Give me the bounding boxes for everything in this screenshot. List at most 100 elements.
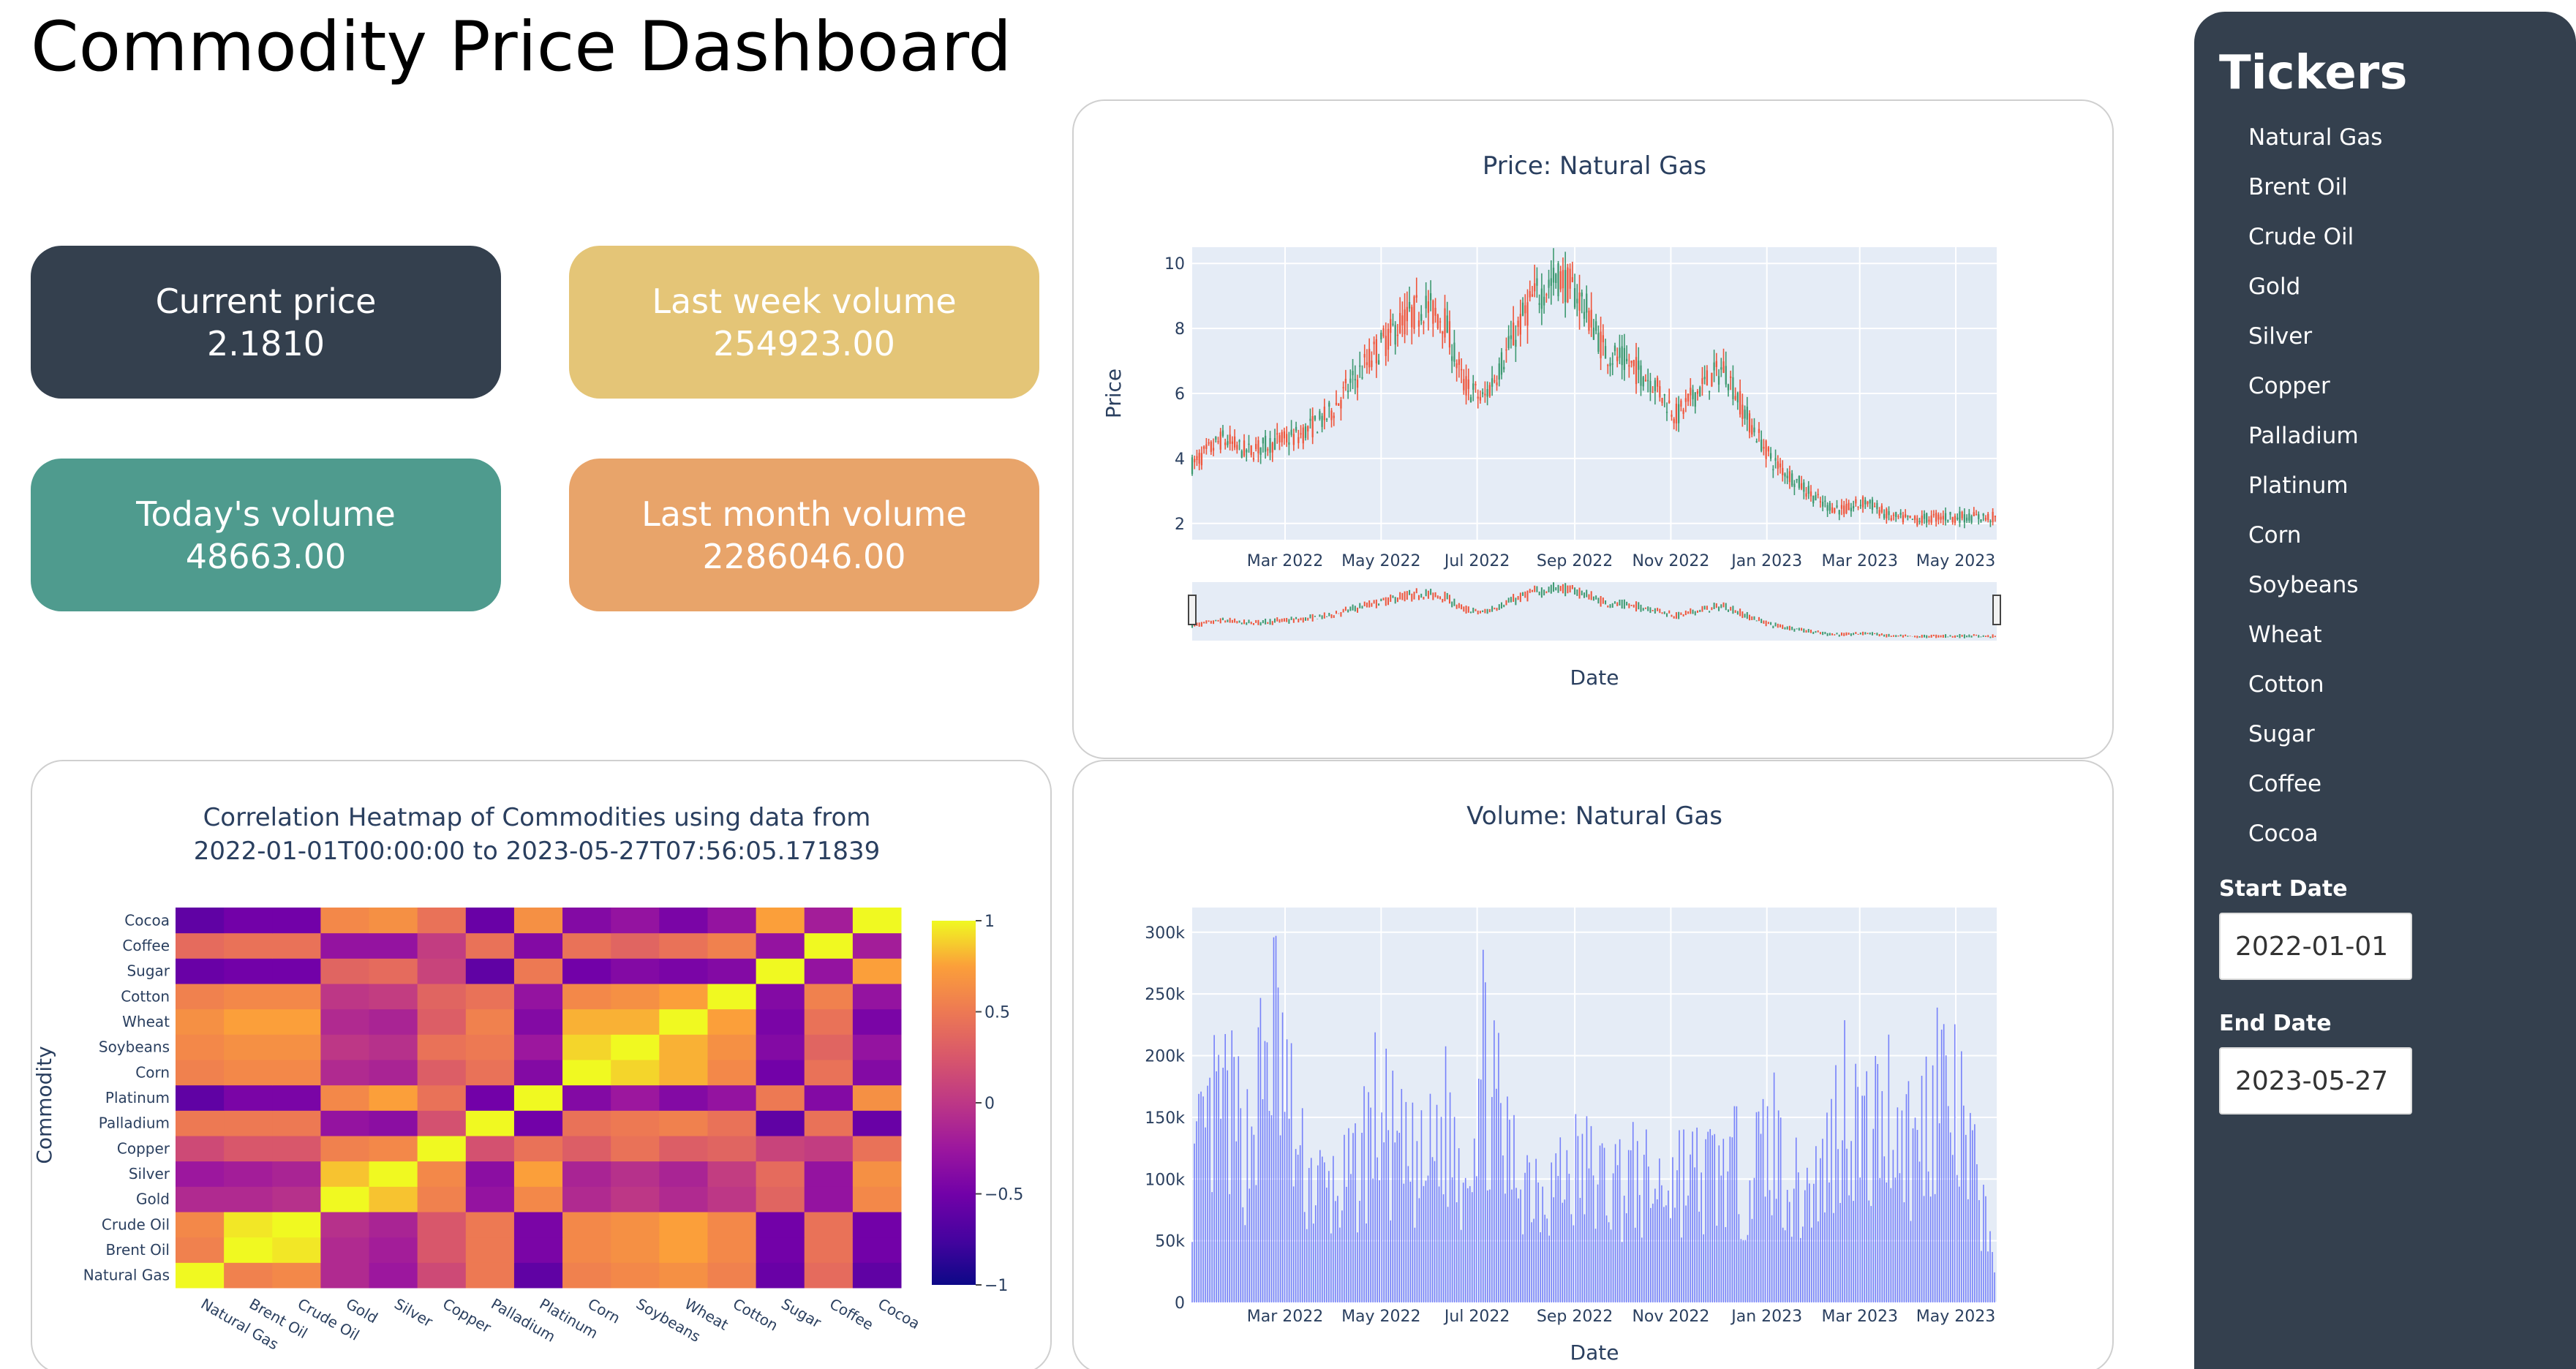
heatmap-cell[interactable] <box>272 932 321 959</box>
heatmap-cell[interactable] <box>707 932 757 959</box>
heatmap-cell[interactable] <box>369 1262 418 1289</box>
heatmap-cell[interactable] <box>611 1237 660 1263</box>
heatmap-cell[interactable] <box>320 932 370 959</box>
heatmap-cell[interactable] <box>224 1186 273 1213</box>
heatmap-cell[interactable] <box>513 1262 563 1289</box>
heatmap-cell[interactable] <box>513 1186 563 1213</box>
heatmap-cell[interactable] <box>804 1186 854 1213</box>
heatmap-cell[interactable] <box>804 1161 854 1187</box>
range-slider-left-handle[interactable] <box>1188 595 1197 625</box>
heatmap-cell[interactable] <box>756 1161 805 1187</box>
heatmap-cell[interactable] <box>513 1110 563 1136</box>
heatmap-cell[interactable] <box>611 1110 660 1136</box>
heatmap-cell[interactable] <box>176 958 225 984</box>
heatmap-cell[interactable] <box>562 1008 611 1035</box>
heatmap-cell[interactable] <box>513 1008 563 1035</box>
heatmap-cell[interactable] <box>852 984 902 1010</box>
heatmap-cell[interactable] <box>176 1085 225 1111</box>
start-date-input[interactable] <box>2219 913 2412 980</box>
heatmap-cell[interactable] <box>562 1186 611 1213</box>
heatmap-cell[interactable] <box>465 1136 515 1162</box>
heatmap-cell[interactable] <box>804 984 854 1010</box>
heatmap-cell[interactable] <box>756 1034 805 1060</box>
heatmap-cell[interactable] <box>417 1262 467 1289</box>
heatmap-cell[interactable] <box>176 1008 225 1035</box>
heatmap-cell[interactable] <box>804 1237 854 1263</box>
heatmap-cell[interactable] <box>852 1060 902 1086</box>
ticker-cocoa[interactable]: Cocoa <box>2248 815 2382 864</box>
heatmap-cell[interactable] <box>659 1161 708 1187</box>
heatmap-cell[interactable] <box>465 984 515 1010</box>
heatmap-cell[interactable] <box>659 1237 708 1263</box>
ticker-brent-oil[interactable]: Brent Oil <box>2248 168 2382 218</box>
heatmap-cell[interactable] <box>320 908 370 934</box>
heatmap-cell[interactable] <box>417 1085 467 1111</box>
heatmap-cell[interactable] <box>659 1262 708 1289</box>
heatmap-cell[interactable] <box>804 932 854 959</box>
correlation-heatmap[interactable]: Correlation Heatmap of Commodities using… <box>32 761 1052 1369</box>
heatmap-cell[interactable] <box>224 1161 273 1187</box>
heatmap-cell[interactable] <box>659 908 708 934</box>
heatmap-cell[interactable] <box>320 1237 370 1263</box>
heatmap-cell[interactable] <box>417 1034 467 1060</box>
heatmap-cell[interactable] <box>465 1110 515 1136</box>
heatmap-cell[interactable] <box>562 1161 611 1187</box>
heatmap-cell[interactable] <box>804 908 854 934</box>
heatmap-cell[interactable] <box>272 1237 321 1263</box>
ticker-sugar[interactable]: Sugar <box>2248 715 2382 765</box>
range-slider-right-handle[interactable] <box>1992 595 2001 625</box>
heatmap-cell[interactable] <box>176 1110 225 1136</box>
ticker-platinum[interactable]: Platinum <box>2248 467 2382 516</box>
heatmap-cell[interactable] <box>224 1034 273 1060</box>
heatmap-cell[interactable] <box>224 1212 273 1238</box>
heatmap-cell[interactable] <box>659 1212 708 1238</box>
heatmap-cell[interactable] <box>611 1161 660 1187</box>
heatmap-cell[interactable] <box>611 1136 660 1162</box>
heatmap-cell[interactable] <box>756 1085 805 1111</box>
ticker-gold[interactable]: Gold <box>2248 268 2382 317</box>
heatmap-cell[interactable] <box>804 1212 854 1238</box>
heatmap-cell[interactable] <box>659 1110 708 1136</box>
heatmap-cell[interactable] <box>562 958 611 984</box>
heatmap-cell[interactable] <box>176 1186 225 1213</box>
heatmap-cell[interactable] <box>272 1110 321 1136</box>
volume-chart[interactable]: Volume: Natural Gas 0 50k 100k 150k 200k 250k… <box>1074 761 2114 1369</box>
heatmap-cell[interactable] <box>224 1237 273 1263</box>
heatmap-cell[interactable] <box>852 932 902 959</box>
heatmap-cell[interactable] <box>369 1060 418 1086</box>
heatmap-cell[interactable] <box>756 1110 805 1136</box>
ticker-soybeans[interactable]: Soybeans <box>2248 566 2382 616</box>
heatmap-cell[interactable] <box>272 908 321 934</box>
heatmap-cell[interactable] <box>417 1186 467 1213</box>
heatmap-cell[interactable] <box>320 1212 370 1238</box>
heatmap-cell[interactable] <box>176 1136 225 1162</box>
heatmap-cell[interactable] <box>224 984 273 1010</box>
heatmap-cell[interactable] <box>465 1161 515 1187</box>
heatmap-cell[interactable] <box>852 1110 902 1136</box>
heatmap-cell[interactable] <box>562 908 611 934</box>
heatmap-cell[interactable] <box>852 1034 902 1060</box>
heatmap-cell[interactable] <box>272 1060 321 1086</box>
heatmap-cell[interactable] <box>417 984 467 1010</box>
heatmap-cell[interactable] <box>852 1136 902 1162</box>
heatmap-cell[interactable] <box>707 1237 757 1263</box>
heatmap-cell[interactable] <box>659 1186 708 1213</box>
heatmap-cell[interactable] <box>852 1262 902 1289</box>
heatmap-cell[interactable] <box>417 1136 467 1162</box>
heatmap-cell[interactable] <box>852 1161 902 1187</box>
heatmap-cell[interactable] <box>804 1136 854 1162</box>
heatmap-cell[interactable] <box>852 958 902 984</box>
heatmap-cell[interactable] <box>707 984 757 1010</box>
heatmap-cell[interactable] <box>611 908 660 934</box>
heatmap-cell[interactable] <box>852 1008 902 1035</box>
heatmap-cell[interactable] <box>272 1161 321 1187</box>
heatmap-cell[interactable] <box>369 984 418 1010</box>
heatmap-cell[interactable] <box>804 1034 854 1060</box>
heatmap-cell[interactable] <box>562 984 611 1010</box>
heatmap-cell[interactable] <box>417 1110 467 1136</box>
heatmap-cell[interactable] <box>513 1161 563 1187</box>
heatmap-cell[interactable] <box>176 908 225 934</box>
heatmap-cell[interactable] <box>176 1212 225 1238</box>
heatmap-cell[interactable] <box>756 1262 805 1289</box>
heatmap-cell[interactable] <box>369 1161 418 1187</box>
